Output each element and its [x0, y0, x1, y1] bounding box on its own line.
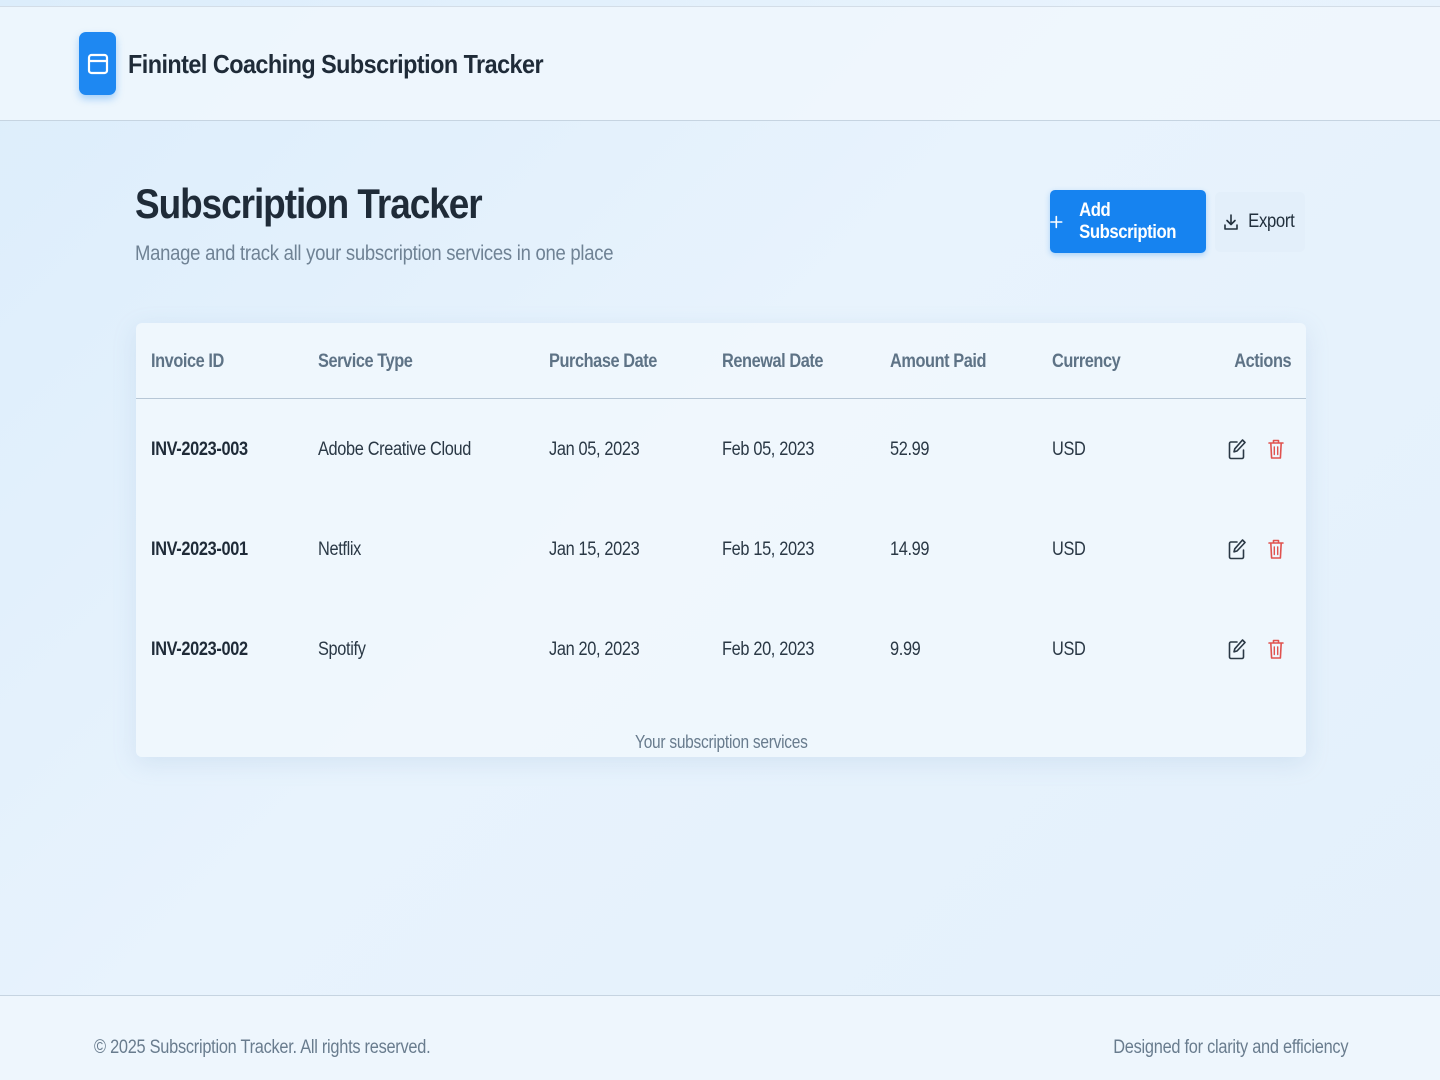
edit-icon	[1228, 639, 1246, 660]
add-subscription-button[interactable]: Add Subscription	[1050, 190, 1206, 253]
row-actions	[1227, 537, 1286, 561]
subscriptions-table: Invoice ID Service Type Purchase Date Re…	[136, 323, 1306, 757]
table-row[interactable]: INV-2023-001 Netflix Jan 15, 2023 Feb 15…	[136, 500, 1306, 600]
add-subscription-label: Add Subscription	[1078, 199, 1176, 243]
cell-amount-paid: 9.99	[890, 639, 921, 660]
edit-icon	[1228, 539, 1246, 560]
footer-tagline: Designed for clarity and efficiency	[1113, 1037, 1348, 1058]
cell-renewal-date: Feb 15, 2023	[722, 539, 815, 560]
column-header-invoice-id[interactable]: Invoice ID	[151, 351, 224, 373]
cell-currency: USD	[1052, 539, 1086, 560]
footer-copyright: © 2025 Subscription Tracker. All rights …	[94, 1037, 431, 1058]
app-footer: © 2025 Subscription Tracker. All rights …	[0, 995, 1440, 1080]
app-header: Finintel Coaching Subscription Tracker	[0, 7, 1440, 121]
cell-currency: USD	[1052, 439, 1086, 460]
column-header-service-type[interactable]: Service Type	[318, 351, 413, 373]
cell-purchase-date: Jan 15, 2023	[549, 539, 640, 560]
table-header: Invoice ID Service Type Purchase Date Re…	[136, 323, 1306, 399]
delete-button[interactable]	[1266, 437, 1286, 461]
edit-button[interactable]	[1227, 637, 1247, 661]
cell-service-type: Spotify	[318, 639, 366, 660]
cell-invoice-id: INV-2023-001	[151, 539, 248, 560]
cell-amount-paid: 52.99	[890, 439, 930, 460]
plus-icon	[1050, 215, 1063, 228]
export-button[interactable]: Export	[1215, 192, 1305, 252]
cell-service-type: Adobe Creative Cloud	[318, 439, 471, 460]
cell-amount-paid: 14.99	[890, 539, 930, 560]
app-title: Finintel Coaching Subscription Tracker	[128, 49, 544, 79]
download-icon	[1223, 214, 1238, 230]
window-icon	[87, 53, 108, 74]
row-actions	[1227, 437, 1286, 461]
table-row[interactable]: INV-2023-003 Adobe Creative Cloud Jan 05…	[136, 400, 1306, 500]
column-header-currency[interactable]: Currency	[1052, 351, 1121, 373]
cell-currency: USD	[1052, 639, 1086, 660]
row-actions	[1227, 637, 1286, 661]
edit-icon	[1228, 439, 1246, 460]
column-header-renewal-date[interactable]: Renewal Date	[722, 351, 824, 373]
table-caption: Your subscription services	[136, 732, 1306, 753]
table-caption-text: Your subscription services	[634, 732, 808, 752]
edit-button[interactable]	[1227, 437, 1247, 461]
page-title: Subscription Tracker	[135, 180, 483, 227]
trash-icon	[1268, 539, 1284, 559]
cell-invoice-id: INV-2023-002	[151, 639, 248, 660]
export-label: Export	[1247, 211, 1295, 232]
delete-button[interactable]	[1266, 637, 1286, 661]
delete-button[interactable]	[1266, 537, 1286, 561]
table-row[interactable]: INV-2023-002 Spotify Jan 20, 2023 Feb 20…	[136, 600, 1306, 700]
edit-button[interactable]	[1227, 537, 1247, 561]
cell-purchase-date: Jan 05, 2023	[549, 439, 640, 460]
trash-icon	[1268, 639, 1284, 659]
trash-icon	[1268, 439, 1284, 459]
column-header-amount-paid[interactable]: Amount Paid	[890, 351, 986, 373]
cell-renewal-date: Feb 05, 2023	[722, 439, 815, 460]
cell-service-type: Netflix	[318, 539, 361, 560]
column-header-purchase-date[interactable]: Purchase Date	[549, 351, 657, 373]
app-logo[interactable]	[79, 32, 116, 95]
column-header-actions: Actions	[1234, 351, 1291, 372]
cell-invoice-id: INV-2023-003	[151, 439, 248, 460]
page-subtitle: Manage and track all your subscription s…	[135, 242, 614, 265]
cell-renewal-date: Feb 20, 2023	[722, 639, 815, 660]
cell-purchase-date: Jan 20, 2023	[549, 639, 640, 660]
